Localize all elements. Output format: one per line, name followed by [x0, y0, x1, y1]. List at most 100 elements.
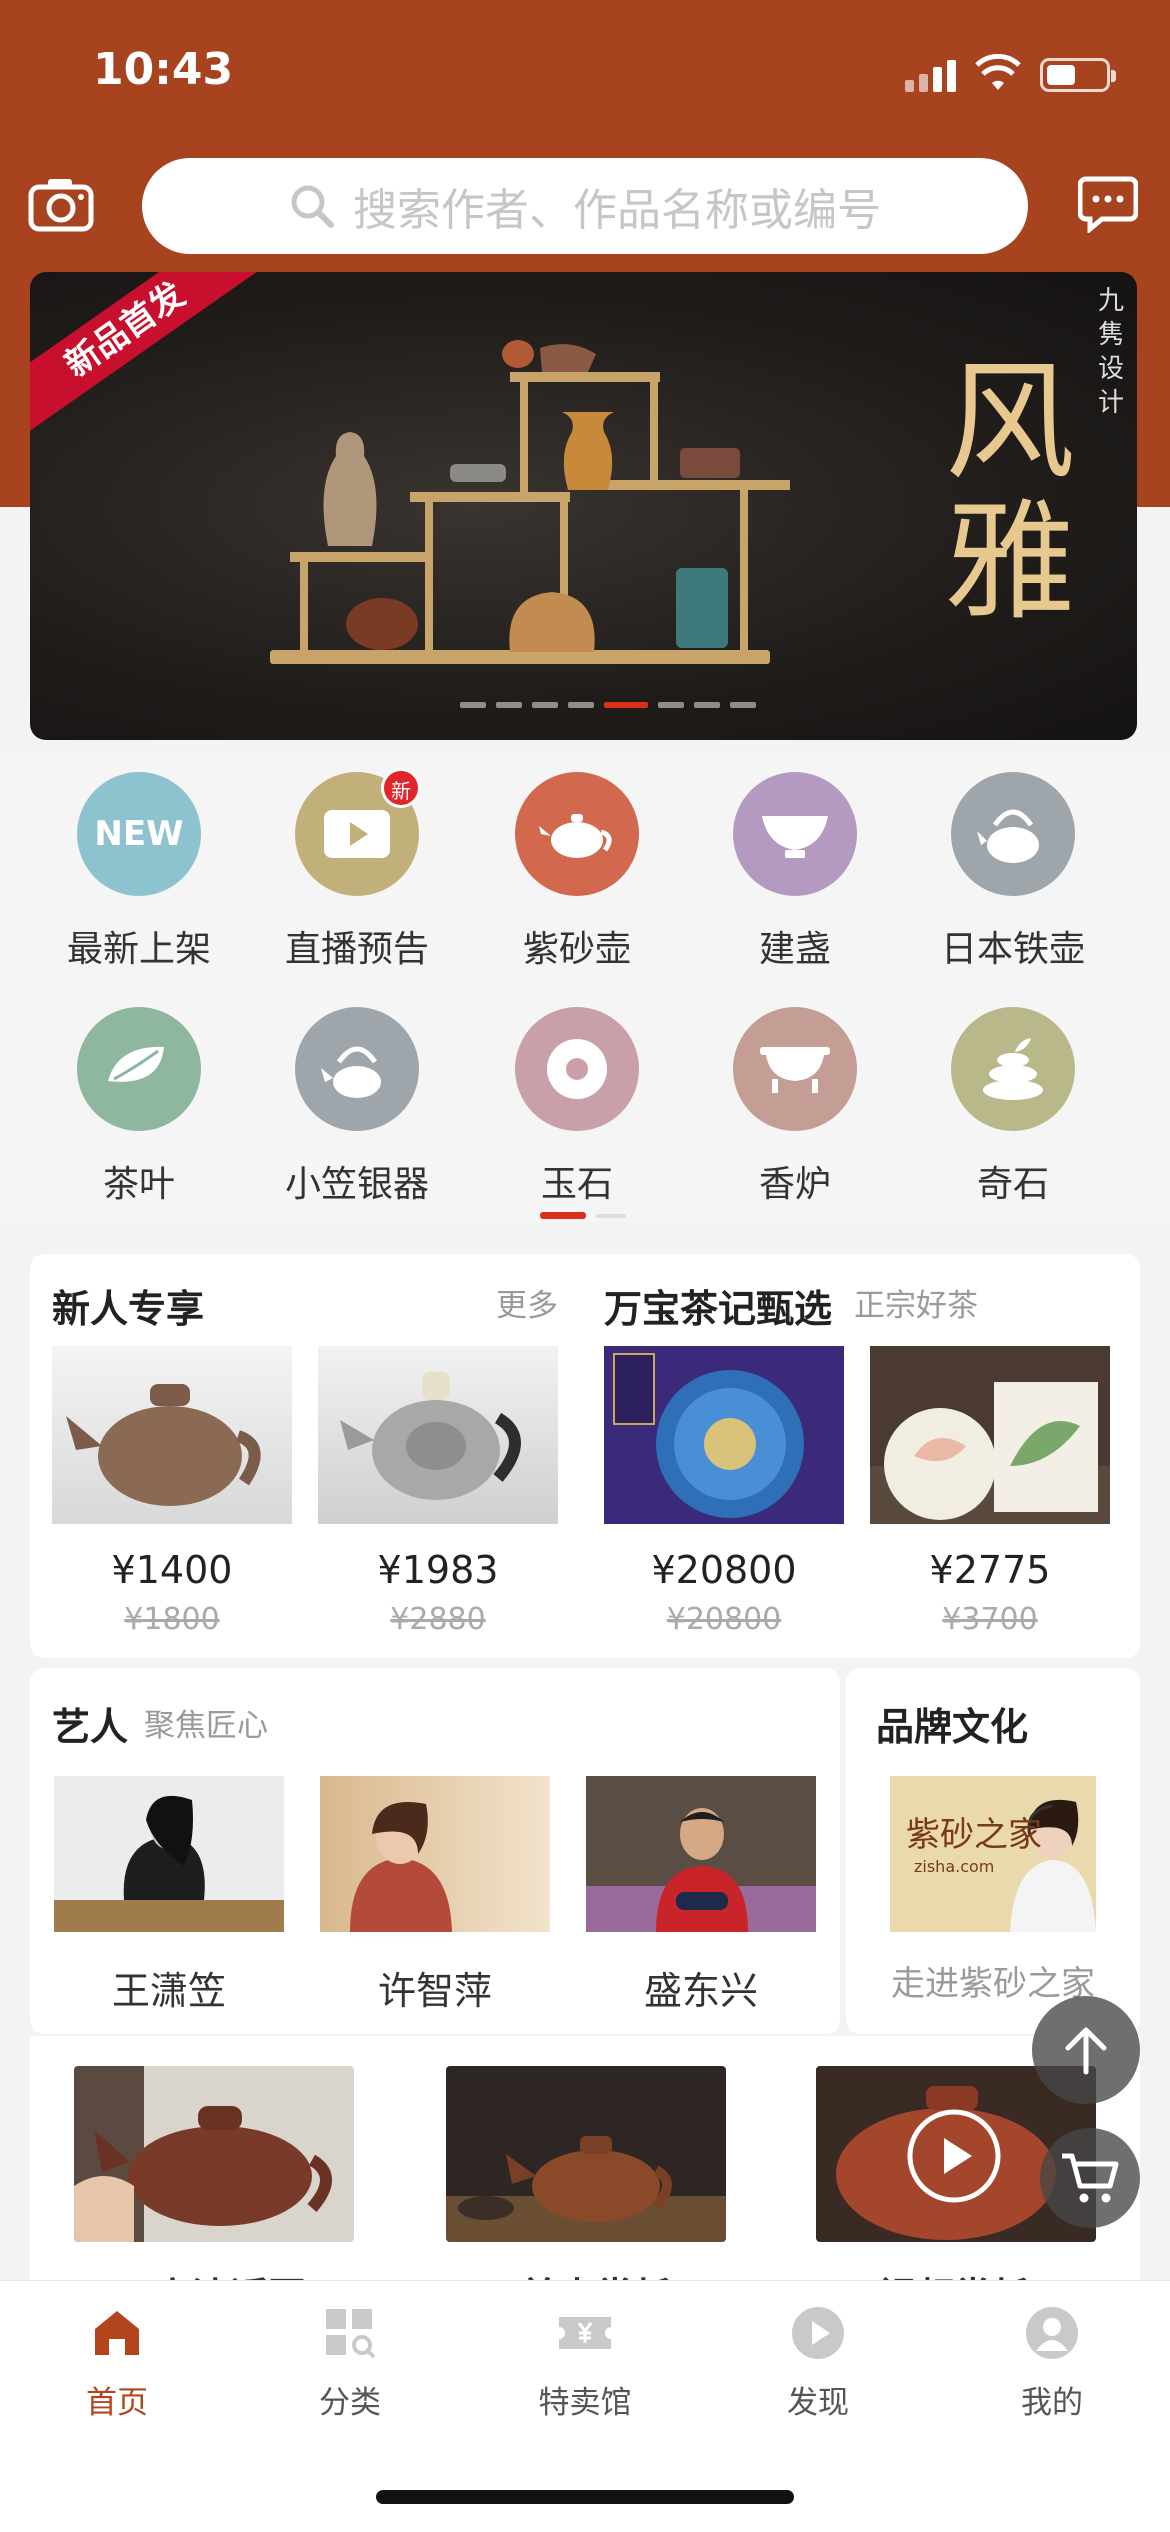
- newcomer-title: 新人专享: [52, 1287, 205, 1331]
- product-original-price: ¥20800: [666, 1602, 782, 1637]
- media-image-teapot: [74, 2066, 354, 2242]
- promo-banner[interactable]: 新品首发 风雅 九隽设计: [30, 272, 1137, 740]
- brand-culture-image: 紫砂之家 zisha.com: [890, 1776, 1096, 1932]
- tea-selection-subtitle: 正宗好茶: [854, 1288, 978, 1324]
- banner-brand-mark: 九隽设计: [1097, 286, 1124, 418]
- brand-image-domain: zisha.com: [914, 1857, 994, 1876]
- back-to-top-button[interactable]: [1032, 1996, 1140, 2104]
- artists-subtitle: 聚焦匠心: [144, 1708, 268, 1744]
- artist-photo: [54, 1776, 284, 1932]
- banner-ribbon: 新品首发: [30, 272, 264, 439]
- tab-label: 我的: [1021, 2385, 1083, 2421]
- category-censer[interactable]: 香炉: [700, 1007, 890, 1207]
- category-silverware[interactable]: 小笠银器: [262, 1007, 452, 1207]
- artist-photo: [586, 1776, 816, 1932]
- new-icon: NEW: [77, 772, 201, 896]
- product-original-price: ¥3700: [942, 1602, 1038, 1637]
- search-bar[interactable]: 搜索作者、作品名称或编号: [142, 158, 1028, 254]
- live-video-icon: 新: [295, 768, 421, 896]
- tab-profile[interactable]: 我的: [972, 2305, 1132, 2422]
- censer-icon: [733, 1007, 857, 1131]
- battery-icon: [1040, 58, 1116, 92]
- category-label: 小笠银器: [284, 1164, 429, 1205]
- status-bar: 10:43: [0, 0, 1170, 150]
- brand-culture-section[interactable]: 品牌文化 紫砂之家 zisha.com 走进紫砂之家: [846, 1668, 1140, 2034]
- category-label: 茶叶: [102, 1164, 175, 1205]
- product-card[interactable]: ¥2775 ¥3700: [870, 1346, 1110, 1637]
- product-price: ¥20800: [651, 1548, 797, 1592]
- product-original-price: ¥1800: [124, 1602, 220, 1637]
- product-card[interactable]: ¥20800 ¥20800: [604, 1346, 844, 1637]
- tab-label: 发现: [787, 2385, 849, 2421]
- silver-kettle-icon: [295, 1007, 419, 1131]
- tea-leaf-icon: [77, 1007, 201, 1131]
- cart-icon: [1062, 2153, 1119, 2203]
- user-icon: [1026, 2307, 1078, 2359]
- artists-section: 艺人 聚焦匠心 王潇笠 许智萍 盛东兴: [30, 1668, 840, 2034]
- category-label: 直播预告: [284, 929, 429, 970]
- category-live-preview[interactable]: 新 直播预告: [262, 768, 452, 972]
- category-new[interactable]: NEW 最新上架: [44, 772, 234, 972]
- media-row: 高清近图 美壶赏析 视频赏析: [30, 2036, 1140, 2286]
- camera-icon[interactable]: [28, 175, 94, 235]
- ticket-icon: [559, 2317, 611, 2349]
- product-price: ¥2775: [929, 1548, 1051, 1592]
- tea-bowl-icon: [733, 772, 857, 896]
- category-zisha-teapot[interactable]: 紫砂壶: [482, 772, 672, 972]
- cart-button[interactable]: [1040, 2128, 1140, 2228]
- artist-photo: [320, 1776, 550, 1932]
- category-icon: [326, 2309, 376, 2359]
- category-tea[interactable]: 茶叶: [44, 1007, 234, 1207]
- tab-special-sale[interactable]: 特卖馆: [505, 2305, 665, 2422]
- banner-pagination[interactable]: [460, 702, 756, 708]
- cellular-signal-icon: [905, 60, 957, 92]
- category-page-indicator-active: [540, 1212, 586, 1219]
- message-icon[interactable]: [1078, 175, 1138, 233]
- artist-card[interactable]: 王潇笠: [54, 1776, 284, 2015]
- category-label: 奇石: [976, 1164, 1049, 1205]
- artist-name: 盛东兴: [643, 1969, 758, 2013]
- product-image-tea-cake-box: [604, 1346, 844, 1524]
- category-grid: NEW 最新上架 新 直播预告 紫砂壶 建盏 日本铁壶 茶叶 小笠银器 玉石 香…: [0, 752, 1170, 1222]
- play-video-icon[interactable]: [906, 2108, 1002, 2204]
- media-image-teapot: [446, 2066, 726, 2242]
- product-image-clay-teapot: [52, 1346, 292, 1524]
- category-jade[interactable]: 玉石: [482, 1007, 672, 1207]
- status-time: 10:43: [93, 44, 234, 95]
- artist-card[interactable]: 盛东兴: [586, 1776, 816, 2015]
- banner-shelf-illustration: [270, 340, 790, 664]
- artist-name: 王潇笠: [111, 1969, 226, 2013]
- product-image-silver-teapot: [318, 1346, 558, 1524]
- search-placeholder: 搜索作者、作品名称或编号: [353, 185, 881, 236]
- home-icon: [95, 2311, 139, 2355]
- category-page-indicator: [596, 1214, 626, 1218]
- product-image-tea-gift-box: [870, 1346, 1110, 1524]
- tea-selection-title: 万宝茶记甄选: [604, 1287, 833, 1331]
- category-jianzhan[interactable]: 建盏: [700, 772, 890, 972]
- category-label: 最新上架: [66, 929, 211, 970]
- category-stones[interactable]: 奇石: [918, 1007, 1108, 1207]
- category-label: 建盏: [758, 929, 831, 970]
- product-price: ¥1400: [111, 1548, 233, 1592]
- new-badge: 新: [381, 768, 421, 808]
- home-indicator: [376, 2490, 794, 2504]
- newcomer-more-link[interactable]: 更多: [496, 1280, 558, 1325]
- tab-label: 首页: [86, 2385, 148, 2421]
- wifi-icon: [975, 54, 1021, 90]
- tab-home[interactable]: 首页: [37, 2305, 197, 2422]
- category-label: 日本铁壶: [940, 929, 1085, 970]
- tab-discover[interactable]: 发现: [738, 2305, 898, 2422]
- category-japanese-iron-kettle[interactable]: 日本铁壶: [918, 772, 1108, 972]
- media-card-closeup[interactable]: [74, 2066, 354, 2242]
- media-card-appreciation[interactable]: [446, 2066, 726, 2242]
- product-card[interactable]: ¥1400 ¥1800: [52, 1346, 292, 1637]
- play-icon: [792, 2307, 844, 2359]
- artist-card[interactable]: 许智萍: [320, 1776, 550, 2015]
- tab-category[interactable]: 分类: [270, 2305, 430, 2422]
- category-label: 玉石: [540, 1164, 613, 1205]
- arrow-up-icon: [1065, 2027, 1107, 2075]
- brand-culture-title: 品牌文化: [876, 1705, 1029, 1749]
- promo-section: 新人专享 更多 万宝茶记甄选 正宗好茶 ¥1400 ¥1800 ¥1983 ¥2…: [30, 1254, 1140, 1658]
- banner-calligraphy: 风雅: [944, 346, 1075, 638]
- product-card[interactable]: ¥1983 ¥2880: [318, 1346, 558, 1637]
